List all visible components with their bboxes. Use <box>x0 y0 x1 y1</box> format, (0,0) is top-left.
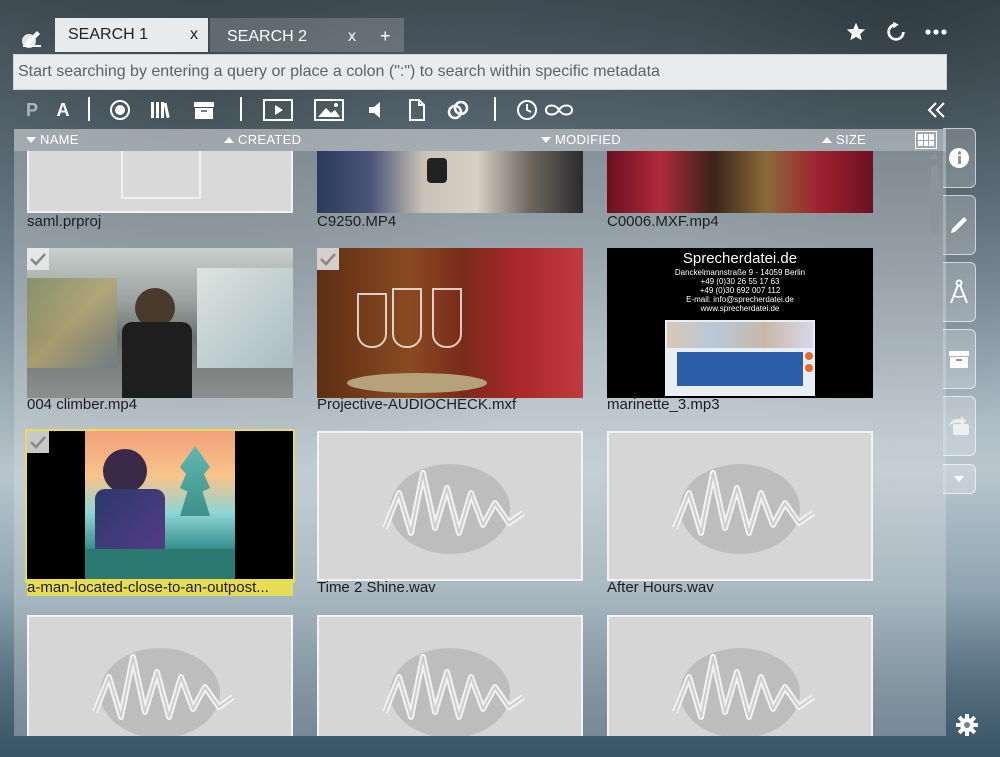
sort-asc-icon <box>224 136 234 143</box>
asset-name: Time 2 Shine.wav <box>317 579 436 596</box>
tab-search-1[interactable]: SEARCH 1 x <box>55 18 208 52</box>
search-bar <box>13 54 947 90</box>
compass-icon <box>950 279 968 304</box>
audio-placeholder-thumbnail <box>607 615 873 736</box>
waveform-icon <box>672 464 815 554</box>
asset-name: 004 climber.mp4 <box>27 396 138 413</box>
sort-desc-icon <box>26 136 36 143</box>
tab-label: SEARCH 1 <box>68 26 149 43</box>
share-icon <box>949 416 969 435</box>
search-input[interactable] <box>14 55 946 89</box>
toolbar-divider <box>494 97 496 121</box>
edit-button[interactable] <box>943 195 976 255</box>
asset-name: Projective-AUDIOCHECK.mxf <box>317 396 517 413</box>
column-label: SIZE <box>836 132 867 147</box>
filter-toolbar: P A <box>14 93 948 127</box>
waveform-icon <box>382 464 525 554</box>
column-name[interactable]: NAME <box>26 132 79 147</box>
audio-placeholder-thumbnail <box>27 615 293 736</box>
asset-name: a-man-located-close-to-an-outpost... <box>27 579 293 596</box>
p-filter-button[interactable]: P <box>24 97 40 123</box>
asset-name: saml.prproj <box>27 213 102 230</box>
toolbar-divider <box>88 97 90 121</box>
a-filter-button[interactable]: A <box>54 97 72 123</box>
audio-filter-icon[interactable] <box>366 97 388 123</box>
column-header-bar: NAME CREATED MODIFIED SIZE <box>14 129 946 151</box>
refresh-icon[interactable] <box>884 20 908 44</box>
scrollbar-track[interactable] <box>930 151 942 736</box>
scroll-up-arrow-icon[interactable] <box>929 153 939 159</box>
app-logo-icon[interactable] <box>20 26 44 50</box>
document-filter-icon[interactable] <box>406 97 428 123</box>
column-label: CREATED <box>238 132 302 147</box>
tab-close-button[interactable]: x <box>348 28 356 46</box>
audio-placeholder-thumbnail <box>317 431 583 581</box>
audio-placeholder-thumbnail <box>317 615 583 736</box>
column-modified[interactable]: MODIFIED <box>541 132 621 147</box>
collapse-panel-icon[interactable] <box>926 97 948 123</box>
thumbnail-title: Sprecherdatei.de <box>682 250 798 267</box>
pencil-icon <box>951 217 967 233</box>
archive-icon <box>949 351 969 368</box>
audio-thumbnail: Sprecherdatei.de Danckelmannstraße 9 - 1… <box>607 248 873 398</box>
tab-close-button[interactable]: x <box>190 26 198 44</box>
column-created[interactable]: CREATED <box>224 132 301 147</box>
top-actions <box>844 20 948 44</box>
more-options-icon[interactable] <box>924 20 948 44</box>
image-thumbnail <box>25 429 295 583</box>
asset-name: marinette_3.mp3 <box>607 396 720 413</box>
thumbnail-text: Danckelmannstraße 9 - 14059 Berlin +49 (… <box>674 268 806 313</box>
asset-name: C9250.MP4 <box>317 213 397 230</box>
grid-view-toggle[interactable] <box>915 131 937 149</box>
checkbox-checked-icon[interactable] <box>317 248 339 270</box>
asset-name: After Hours.wav <box>607 579 714 596</box>
settings-gear-icon[interactable] <box>955 713 979 737</box>
video-thumbnail <box>317 151 583 213</box>
video-filter-icon[interactable] <box>262 97 294 123</box>
add-tab-button[interactable]: + <box>380 26 391 47</box>
time-range-infinite-icon[interactable] <box>516 97 574 123</box>
chevron-down-icon <box>954 476 964 482</box>
waveform-icon <box>92 648 235 736</box>
audio-placeholder-thumbnail <box>607 431 873 581</box>
video-thumbnail <box>607 151 873 213</box>
link-filter-icon[interactable] <box>446 97 470 123</box>
waveform-icon <box>382 648 525 736</box>
toolbar-divider <box>240 97 242 121</box>
scrollbar-thumb[interactable] <box>931 165 939 233</box>
tab-label: SEARCH 2 <box>227 28 308 45</box>
search-panel: SEARCH 1 x SEARCH 2 x + P A <box>0 0 1000 757</box>
archive-icon[interactable] <box>192 97 216 123</box>
project-thumbnail <box>27 151 293 213</box>
tab-search-2[interactable]: SEARCH 2 x + <box>210 18 404 52</box>
info-icon <box>949 148 969 168</box>
video-thumbnail <box>317 248 583 398</box>
column-size[interactable]: SIZE <box>822 132 866 147</box>
video-thumbnail <box>27 248 293 398</box>
sort-asc-icon <box>822 136 832 143</box>
image-filter-icon[interactable] <box>314 97 344 123</box>
compass-button[interactable] <box>943 262 976 322</box>
share-button[interactable] <box>943 396 976 456</box>
column-label: NAME <box>40 132 79 147</box>
asset-name: C0006.MXF.mp4 <box>607 213 719 230</box>
waveform-icon <box>672 648 815 736</box>
record-icon[interactable] <box>108 97 132 123</box>
more-side-dropdown[interactable] <box>943 464 976 494</box>
checkbox-checked-icon[interactable] <box>27 431 49 453</box>
archive-side-button[interactable] <box>943 329 976 389</box>
library-icon[interactable] <box>148 97 172 123</box>
star-icon[interactable] <box>844 20 868 44</box>
info-button[interactable] <box>943 128 976 188</box>
sort-desc-icon <box>541 136 551 143</box>
checkbox-checked-icon[interactable] <box>27 248 49 270</box>
results-grid: saml.prproj C9250.MP4 C0006.MXF.mp4 004 … <box>14 151 946 736</box>
column-label: MODIFIED <box>555 132 621 147</box>
